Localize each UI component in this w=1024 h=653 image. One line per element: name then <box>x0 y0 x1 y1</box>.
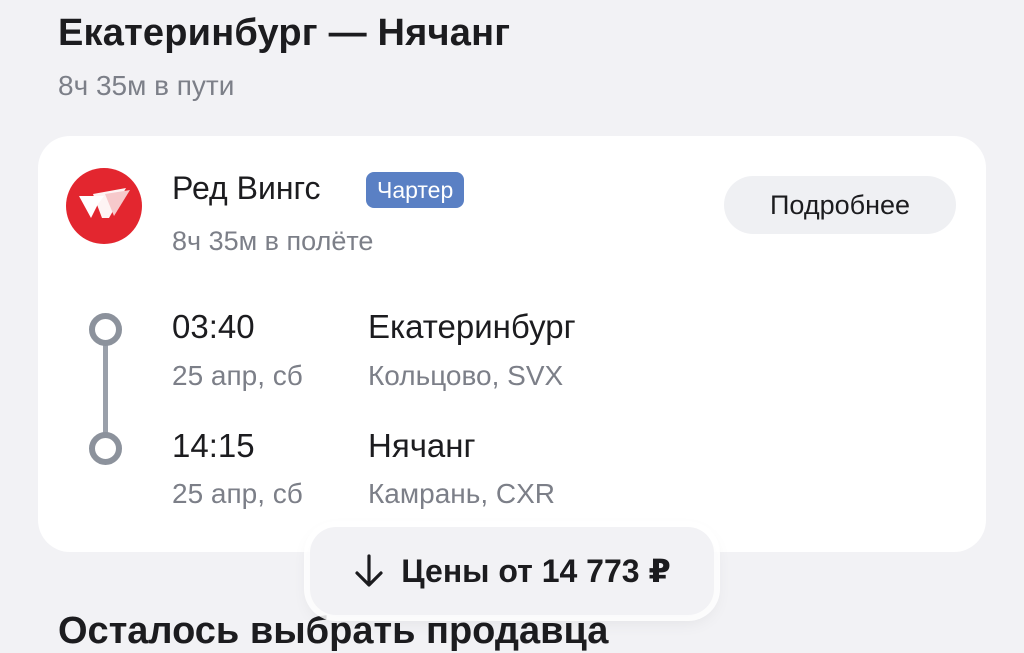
departure-time: 03:40 <box>172 308 255 345</box>
section-heading: Осталось выбрать продавца <box>58 610 609 652</box>
total-duration: 8ч 35м в пути <box>58 70 235 101</box>
route-title: Екатеринбург — Нячанг <box>58 12 511 54</box>
charter-badge: Чартер <box>366 172 465 208</box>
flight-duration: 8ч 35м в полёте <box>172 226 374 256</box>
prices-label: Цены от 14 773 ₽ <box>401 553 671 589</box>
arrival-city: Нячанг <box>368 427 476 464</box>
arrival-dot-icon <box>89 432 122 465</box>
airline-name: Ред Вингс <box>172 170 321 206</box>
arrival-time: 14:15 <box>172 427 255 464</box>
details-button[interactable]: Подробнее <box>724 176 956 234</box>
arrival-airport: Камрань, CXR <box>368 478 556 509</box>
departure-date: 25 апр, сб <box>172 360 303 391</box>
prices-button[interactable]: Цены от 14 773 ₽ <box>310 527 714 615</box>
flight-card: Ред Вингс Чартер 8ч 35м в полёте Подробн… <box>38 136 986 552</box>
departure-dot-icon <box>89 313 122 346</box>
arrow-down-icon <box>355 554 383 587</box>
red-wings-logo-icon <box>66 168 142 244</box>
departure-city: Екатеринбург <box>368 308 576 345</box>
departure-airport: Кольцово, SVX <box>368 360 564 391</box>
timeline-line <box>103 330 108 446</box>
arrival-date: 25 апр, сб <box>172 478 303 509</box>
